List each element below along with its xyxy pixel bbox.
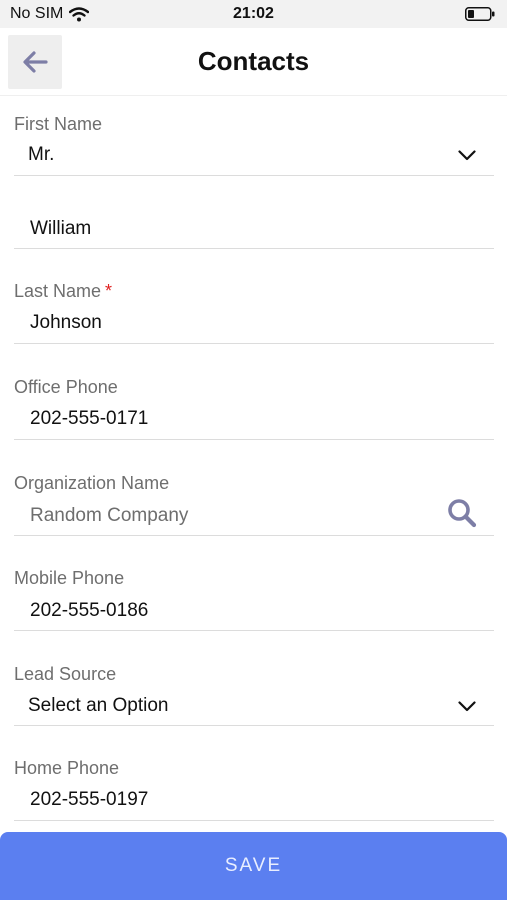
- field-divider: [14, 820, 494, 821]
- mobile-phone-field[interactable]: Mobile Phone 202-555-0186: [14, 568, 494, 632]
- field-divider: [14, 535, 494, 536]
- field-divider: [14, 439, 494, 440]
- office-phone-input[interactable]: 202-555-0171: [30, 408, 148, 430]
- last-name-label-text: Last Name: [14, 281, 102, 301]
- field-divider: [14, 630, 494, 631]
- first-name-label: First Name: [14, 114, 103, 134]
- office-phone-field[interactable]: Office Phone 202-555-0171: [14, 377, 494, 441]
- page-title: Contacts: [197, 46, 310, 76]
- required-marker: *: [105, 281, 113, 301]
- lead-source-label: Lead Source: [14, 664, 117, 684]
- salutation-field[interactable]: First Name Mr.: [14, 114, 494, 176]
- last-name-label: Last Name *: [14, 281, 112, 302]
- first-name-input[interactable]: William: [30, 218, 91, 240]
- save-button[interactable]: SAVE: [0, 832, 507, 900]
- home-phone-field[interactable]: Home Phone 202-555-0197: [14, 758, 494, 822]
- battery-icon: [465, 7, 495, 21]
- field-divider: [14, 725, 494, 726]
- chevron-down-icon[interactable]: [458, 150, 476, 161]
- nav-bar: Contacts: [0, 28, 507, 96]
- mobile-phone-input[interactable]: 202-555-0186: [30, 600, 148, 622]
- organization-label: Organization Name: [14, 473, 170, 493]
- search-icon[interactable]: [446, 497, 478, 529]
- organization-field[interactable]: Organization Name Random Company: [14, 473, 494, 537]
- field-divider: [14, 175, 494, 176]
- lead-source-field[interactable]: Lead Source Select an Option: [14, 664, 494, 727]
- organization-input[interactable]: Random Company: [30, 505, 188, 527]
- status-bar: No SIM 21:02: [0, 0, 507, 28]
- last-name-field[interactable]: Last Name * Johnson: [14, 281, 494, 345]
- home-phone-input[interactable]: 202-555-0197: [30, 789, 148, 811]
- chevron-down-icon[interactable]: [458, 701, 476, 712]
- first-name-field[interactable]: William: [14, 214, 494, 249]
- salutation-select-value[interactable]: Mr.: [28, 144, 54, 166]
- home-phone-label: Home Phone: [14, 758, 120, 778]
- field-divider: [14, 343, 494, 344]
- mobile-phone-label: Mobile Phone: [14, 568, 125, 588]
- status-time: 21:02: [233, 5, 274, 22]
- field-divider: [14, 248, 494, 249]
- lead-source-select-value[interactable]: Select an Option: [28, 695, 168, 717]
- office-phone-label: Office Phone: [14, 377, 118, 397]
- last-name-input[interactable]: Johnson: [30, 312, 102, 334]
